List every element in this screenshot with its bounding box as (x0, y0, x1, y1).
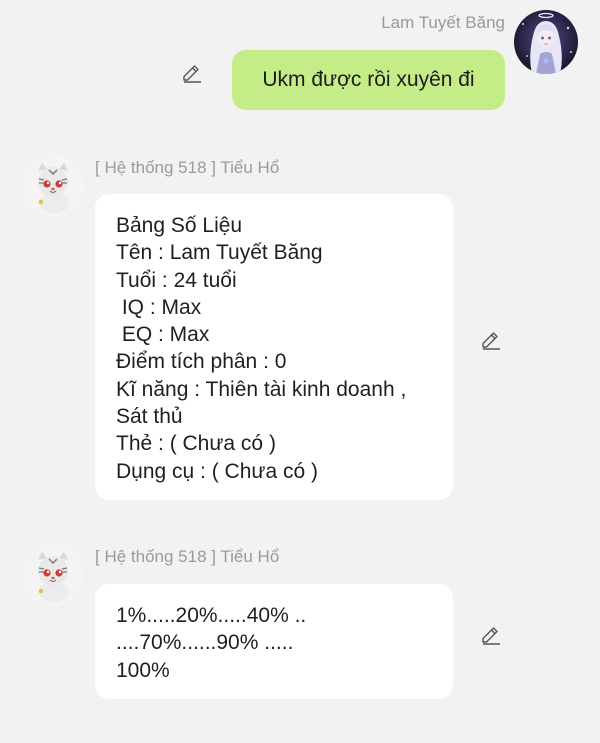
received-message-bubble[interactable]: Bảng Số Liệu Tên : Lam Tuyết Băng Tuổi :… (95, 194, 453, 500)
message-line: ....70%......90% ..... (116, 631, 294, 655)
message-line: Bảng Số Liệu (116, 214, 243, 237)
tiger-cub-avatar-icon (22, 544, 84, 606)
message-line: Thẻ : ( Chưa có ) (116, 432, 276, 456)
message-line: EQ : Max (116, 323, 210, 347)
message-line: Tên : Lam Tuyết Băng (116, 241, 323, 265)
message-line: Sát thủ (116, 405, 183, 429)
edit-icon[interactable] (181, 61, 203, 88)
pencil-icon (183, 65, 201, 83)
message-line: Kĩ năng : Thiên tài kinh doanh , (116, 377, 407, 401)
message-line: IQ : Max (116, 295, 202, 319)
message-line: 100% (116, 658, 170, 682)
bot-avatar[interactable] (22, 544, 84, 606)
sender-avatar[interactable] (514, 10, 578, 74)
bot-name: [ Hệ thống 518 ] Tiểu Hổ (95, 158, 280, 177)
pencil-icon (482, 332, 500, 350)
message-line: 1%.....20%.....40% .. (116, 604, 307, 627)
edit-icon[interactable] (480, 623, 502, 650)
bot-name: [ Hệ thống 518 ] Tiểu Hổ (95, 547, 280, 566)
received-message-bubble[interactable]: 1%.....20%.....40% .. ....70%......90% .… (95, 584, 453, 699)
girl-avatar-icon (514, 10, 578, 74)
message-line: Điểm tích phân : 0 (116, 350, 287, 374)
edit-icon[interactable] (480, 328, 502, 355)
sender-name: Lam Tuyết Băng (381, 13, 505, 32)
tiger-cub-avatar-icon (22, 155, 84, 217)
message-line: Dụng cụ : ( Chưa có ) (116, 459, 318, 483)
sent-message-bubble[interactable]: Ukm được rồi xuyên đi (232, 50, 505, 110)
message-line: Tuổi : 24 tuổi (116, 268, 237, 292)
bot-avatar[interactable] (22, 155, 84, 217)
pencil-icon (482, 627, 500, 645)
